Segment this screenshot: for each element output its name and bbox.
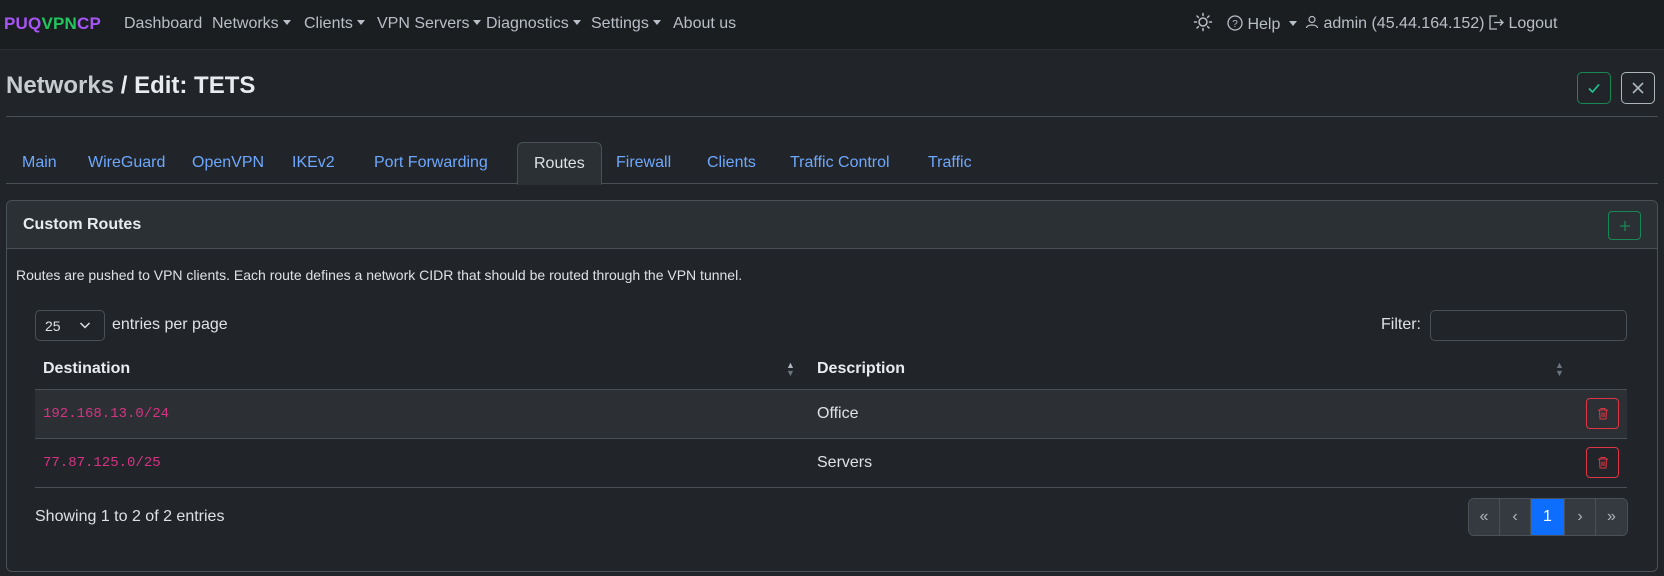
nav-user[interactable]: admin (45.44.164.152) [1305,15,1484,33]
tab-wireguard[interactable]: WireGuard [72,142,181,184]
nav-help-label: Help [1247,16,1281,33]
top-navbar: PUQVPNCP Dashboard Networks Clients VPN … [0,0,1664,50]
tab-bar: Main WireGuard OpenVPN IKEv2 Port Forwar… [6,142,1658,185]
card-description: Routes are pushed to VPN clients. Each r… [16,267,743,283]
route-description: Servers [817,454,873,471]
nav-diagnostics-label: Diagnostics [486,15,569,32]
save-button[interactable] [1577,72,1611,104]
nav-settings-label: Settings [591,15,649,32]
tab-traffic-control[interactable]: Traffic Control [774,142,906,184]
card-title: Custom Routes [23,216,142,233]
nav-logout-label: Logout [1508,15,1558,32]
svg-text:?: ? [1232,19,1238,30]
page-length-value: 25 [45,318,61,334]
nav-networks[interactable]: Networks [212,15,291,33]
tab-openvpn[interactable]: OpenVPN [176,142,280,184]
page-current-button[interactable]: 1 [1531,499,1565,535]
sort-icon[interactable]: ▲ ▼ [786,361,795,378]
help-circle-icon: ? [1227,15,1243,31]
header-divider [6,116,1658,117]
brand-part-3: CP [77,14,102,33]
theme-sun-icon [1193,12,1213,32]
tab-routes[interactable]: Routes [517,142,602,185]
table-info: Showing 1 to 2 of 2 entries [35,508,225,525]
sort-icon[interactable]: ▲ ▼ [1555,361,1564,378]
tab-main[interactable]: Main [6,142,73,184]
table-row: 77.87.125.0/25 Servers [35,438,1627,487]
add-route-button[interactable] [1608,211,1641,240]
delete-route-button[interactable] [1586,447,1619,478]
cancel-button[interactable] [1621,72,1655,104]
page-prev-button[interactable]: ‹ [1500,499,1531,535]
tab-firewall[interactable]: Firewall [600,142,687,184]
pagination: « ‹ 1 › » [1468,498,1628,536]
brand-part-1: PUQ [4,14,42,33]
nav-logout[interactable]: Logout [1488,15,1557,33]
chevron-down-icon [79,322,91,329]
nav-settings[interactable]: Settings [591,15,661,33]
page-heading: Edit: TETS [134,72,256,99]
route-destination: 77.87.125.0/25 [43,455,161,471]
filter-input[interactable] [1430,310,1627,341]
tab-clients[interactable]: Clients [691,142,772,184]
nav-user-label: admin (45.44.164.152) [1323,15,1485,32]
page-next-button[interactable]: › [1565,499,1596,535]
tab-port-forwarding[interactable]: Port Forwarding [358,142,504,184]
trash-icon [1597,407,1608,420]
breadcrumb-networks[interactable]: Networks [6,72,114,99]
card-header: Custom Routes [7,201,1657,249]
user-icon [1305,15,1319,29]
theme-toggle[interactable] [1193,12,1213,37]
entries-per-page-label: entries per page [112,316,228,333]
page-length-select[interactable]: 25 [35,310,105,341]
tab-traffic[interactable]: Traffic [912,142,988,184]
page-title: Networks / Edit: TETS [6,72,255,100]
custom-routes-card: Custom Routes [6,200,1658,572]
logout-icon [1489,15,1504,30]
column-header-destination[interactable]: Destination [43,360,130,378]
delete-route-button[interactable] [1586,398,1619,429]
filter-label: Filter: [1381,316,1421,333]
nav-about[interactable]: About us [673,15,736,33]
brand-logo[interactable]: PUQVPNCP [4,14,101,34]
nav-networks-label: Networks [212,15,279,32]
nav-vpn-servers-label: VPN Servers [377,15,470,32]
route-description: Office [817,405,859,422]
nav-clients-label: Clients [304,15,353,32]
nav-diagnostics[interactable]: Diagnostics [486,15,581,33]
page-first-button[interactable]: « [1469,499,1500,535]
breadcrumb-separator: / [114,72,135,99]
trash-icon [1597,456,1608,469]
table-row: 192.168.13.0/24 Office [35,389,1627,438]
tab-ikev2[interactable]: IKEv2 [276,142,351,184]
route-destination: 192.168.13.0/24 [43,406,170,422]
check-icon [1588,83,1600,94]
column-header-description[interactable]: Description [817,360,905,378]
brand-part-2: VPN [41,14,78,33]
plus-icon [1619,220,1630,231]
nav-vpn-servers[interactable]: VPN Servers [377,15,481,33]
nav-help[interactable]: ? Help [1227,15,1297,34]
page-last-button[interactable]: » [1596,499,1627,535]
table-bottom-border [35,487,1627,488]
nav-dashboard[interactable]: Dashboard [124,15,202,33]
close-icon [1632,82,1644,94]
nav-clients[interactable]: Clients [304,15,365,33]
